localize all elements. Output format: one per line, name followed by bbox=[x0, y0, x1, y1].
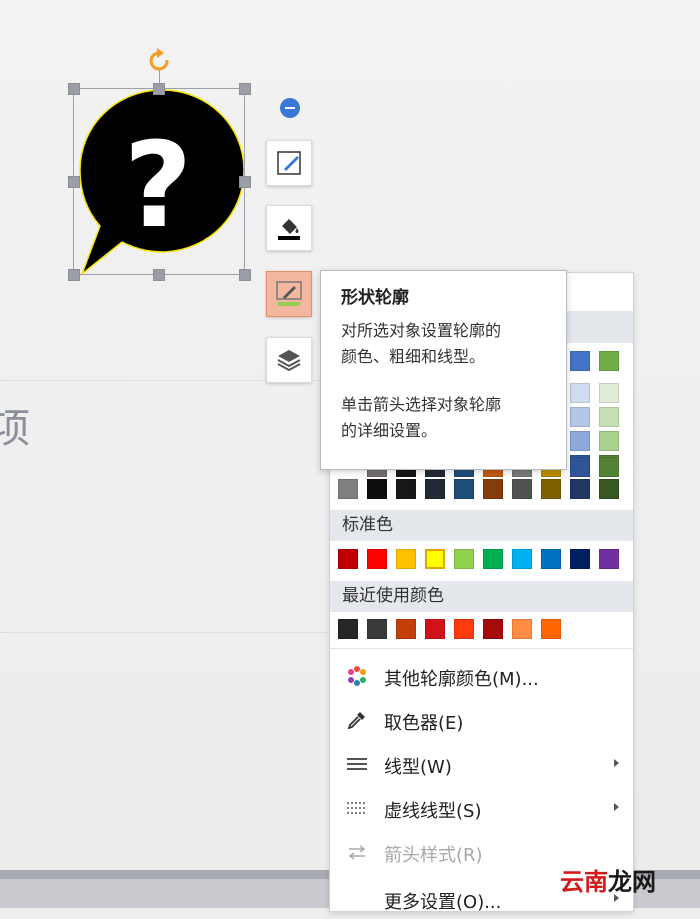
standard-color-swatch[interactable] bbox=[425, 549, 445, 569]
menu-separator bbox=[330, 648, 633, 649]
theme-color-swatch[interactable] bbox=[570, 351, 590, 371]
resize-handle-w[interactable] bbox=[68, 176, 80, 188]
theme-color-swatch[interactable] bbox=[570, 457, 590, 477]
eyedropper-icon bbox=[347, 712, 365, 730]
dash-type-icon bbox=[347, 802, 367, 814]
recent-color-swatch[interactable] bbox=[483, 619, 503, 639]
tooltip-line: 单击箭头选择对象轮廓 bbox=[341, 395, 502, 414]
resize-handle-nw[interactable] bbox=[68, 83, 80, 95]
shape-outline-tooltip: 形状轮廓 对所选对象设置轮廓的 颜色、粗细和线型。 单击箭头选择对象轮廓 的详细… bbox=[320, 270, 567, 470]
arrow-style-icon bbox=[348, 845, 366, 860]
resize-handle-e[interactable] bbox=[239, 176, 251, 188]
placeholder-text[interactable]: 项 bbox=[0, 396, 30, 454]
theme-color-swatch[interactable] bbox=[599, 407, 619, 427]
theme-color-swatch[interactable] bbox=[570, 431, 590, 451]
recent-color-swatch[interactable] bbox=[541, 619, 561, 639]
resize-handle-n[interactable] bbox=[153, 83, 165, 95]
theme-color-swatch[interactable] bbox=[570, 383, 590, 403]
resize-handle-se[interactable] bbox=[239, 269, 251, 281]
resize-handle-sw[interactable] bbox=[68, 269, 80, 281]
resize-handle-ne[interactable] bbox=[239, 83, 251, 95]
theme-color-swatch[interactable] bbox=[599, 457, 619, 477]
recent-color-swatch[interactable] bbox=[454, 619, 474, 639]
outline-pen-icon bbox=[276, 281, 302, 306]
recent-color-swatch[interactable] bbox=[512, 619, 532, 639]
selection-box bbox=[73, 88, 245, 275]
menu-item-label: 更多设置(O)... bbox=[384, 892, 502, 913]
recent-color-swatch[interactable] bbox=[425, 619, 445, 639]
recent-color-swatch[interactable] bbox=[396, 619, 416, 639]
submenu-arrow-icon bbox=[614, 803, 619, 811]
shape-fill-button[interactable] bbox=[266, 205, 312, 251]
standard-color-swatch[interactable] bbox=[483, 549, 503, 569]
recent-colors-header: 最近使用颜色 bbox=[330, 581, 633, 612]
shape-style-button[interactable] bbox=[266, 140, 312, 186]
theme-color-swatch[interactable] bbox=[599, 383, 619, 403]
recent-color-swatch[interactable] bbox=[338, 619, 358, 639]
menu-item-label: 箭头样式(R) bbox=[384, 845, 483, 866]
eyedropper-item[interactable]: 取色器(E) bbox=[330, 700, 633, 740]
shape-outline-button[interactable] bbox=[266, 271, 312, 317]
standard-color-swatch[interactable] bbox=[570, 549, 590, 569]
more-outline-colors-item[interactable]: 其他轮廓颜色(M)... bbox=[330, 656, 633, 696]
rotate-handle-icon[interactable] bbox=[147, 48, 173, 76]
submenu-arrow-icon bbox=[614, 759, 619, 767]
theme-color-swatch[interactable] bbox=[396, 479, 416, 499]
watermark-part: 云南 bbox=[560, 868, 608, 896]
standard-color-swatch[interactable] bbox=[367, 549, 387, 569]
tooltip-title: 形状轮廓 bbox=[341, 288, 409, 308]
standard-color-swatch[interactable] bbox=[541, 549, 561, 569]
edit-shape-icon bbox=[277, 151, 301, 175]
menu-item-label: 线型(W) bbox=[384, 757, 452, 778]
layers-icon bbox=[277, 350, 301, 372]
theme-color-swatch[interactable] bbox=[570, 407, 590, 427]
watermark-part: 龙网 bbox=[608, 868, 656, 896]
theme-color-swatch[interactable] bbox=[541, 479, 561, 499]
recent-color-swatch[interactable] bbox=[367, 619, 387, 639]
menu-item-label: 取色器(E) bbox=[384, 713, 464, 734]
standard-colors-header: 标准色 bbox=[330, 510, 633, 541]
collapse-toolbar-icon[interactable] bbox=[280, 98, 300, 118]
watermark-logo: 云南龙网 bbox=[560, 862, 656, 897]
layers-button[interactable] bbox=[266, 337, 312, 383]
standard-color-swatch[interactable] bbox=[599, 549, 619, 569]
placeholder-border-bottom bbox=[0, 632, 330, 633]
theme-color-swatch[interactable] bbox=[483, 479, 503, 499]
standard-color-swatch[interactable] bbox=[338, 549, 358, 569]
theme-color-swatch[interactable] bbox=[425, 479, 445, 499]
standard-color-swatch[interactable] bbox=[512, 549, 532, 569]
theme-color-swatch[interactable] bbox=[454, 479, 474, 499]
menu-item-label: 虚线线型(S) bbox=[384, 801, 482, 822]
theme-color-swatch[interactable] bbox=[338, 479, 358, 499]
standard-color-swatch[interactable] bbox=[396, 549, 416, 569]
theme-color-swatch[interactable] bbox=[570, 479, 590, 499]
line-weight-icon bbox=[347, 758, 367, 770]
paint-bucket-icon bbox=[278, 219, 300, 240]
menu-item-label: 其他轮廓颜色(M)... bbox=[384, 669, 539, 690]
resize-handle-s[interactable] bbox=[153, 269, 165, 281]
theme-color-swatch[interactable] bbox=[367, 479, 387, 499]
theme-color-swatch[interactable] bbox=[599, 351, 619, 371]
standard-color-swatch[interactable] bbox=[454, 549, 474, 569]
dash-type-item[interactable]: 虚线线型(S) bbox=[330, 788, 633, 828]
theme-color-swatch[interactable] bbox=[512, 479, 532, 499]
tooltip-line: 颜色、粗细和线型。 bbox=[341, 347, 486, 366]
line-weight-item[interactable]: 线型(W) bbox=[330, 744, 633, 784]
theme-color-swatch[interactable] bbox=[599, 479, 619, 499]
theme-color-swatch[interactable] bbox=[599, 431, 619, 451]
tooltip-line: 对所选对象设置轮廓的 bbox=[341, 321, 502, 340]
tooltip-line: 的详细设置。 bbox=[341, 421, 438, 440]
palette-icon bbox=[348, 666, 366, 686]
